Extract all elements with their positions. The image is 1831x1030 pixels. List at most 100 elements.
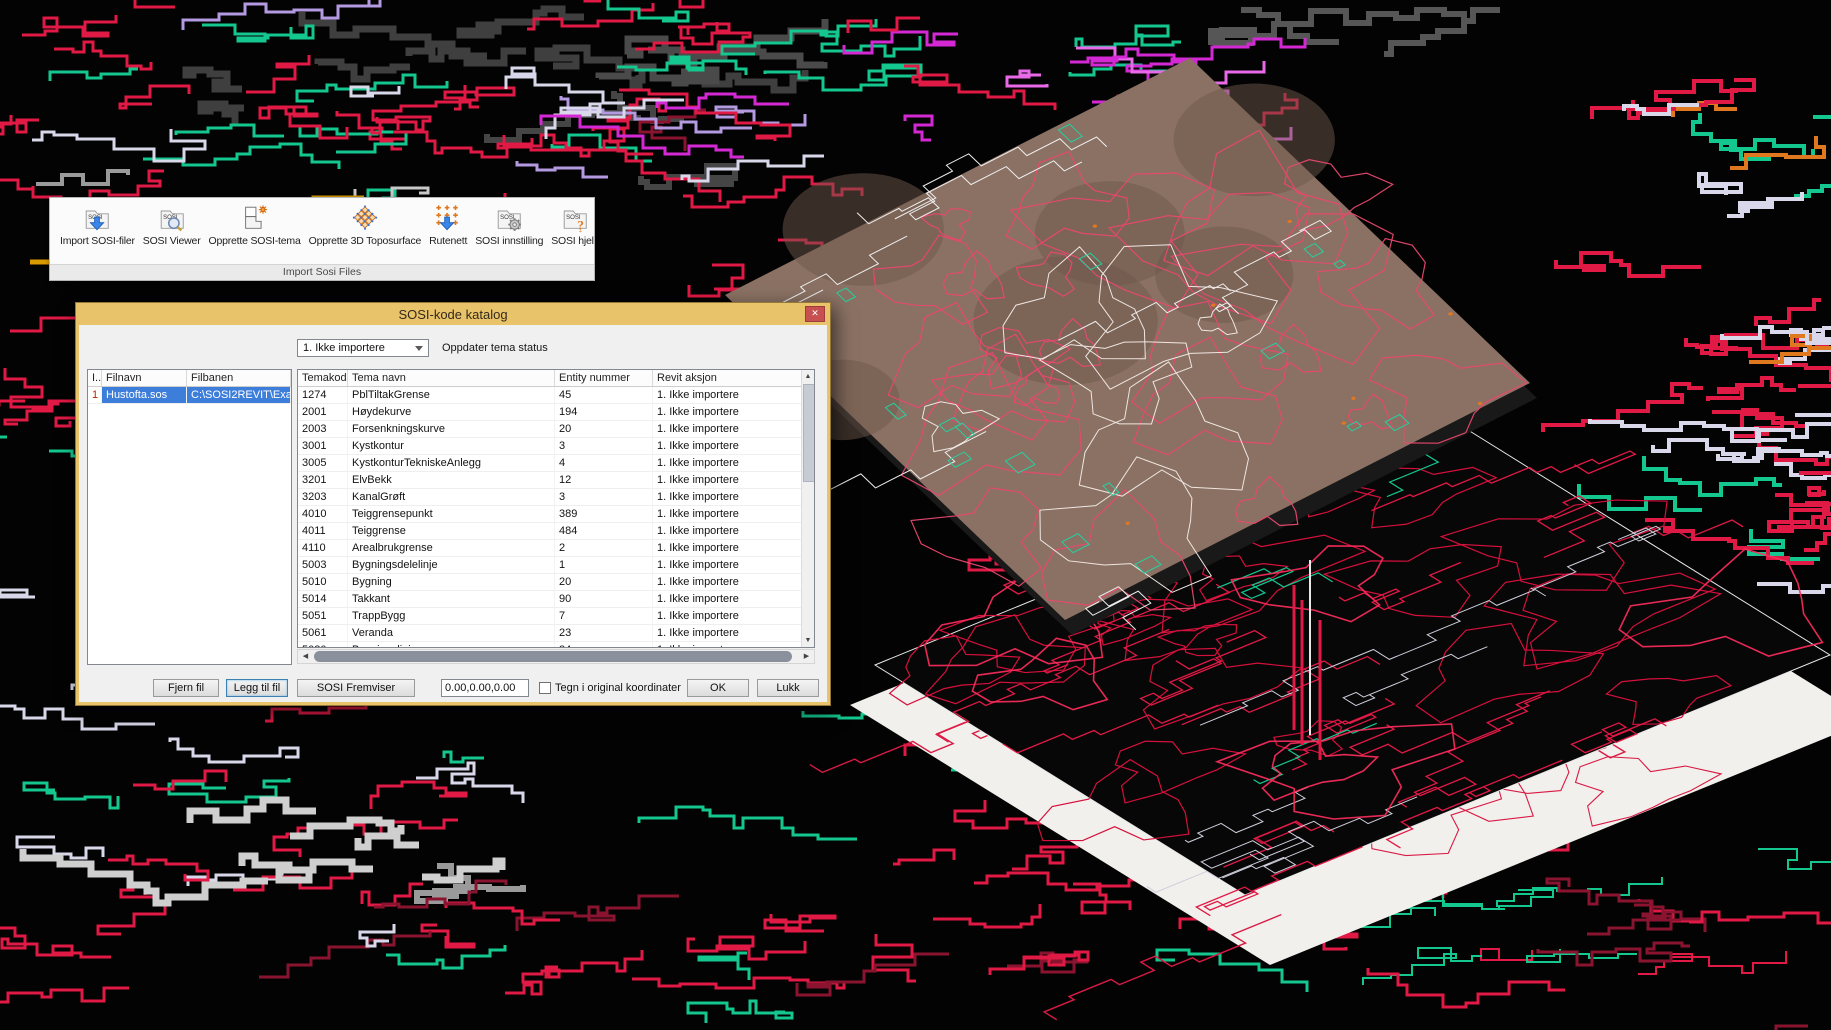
- close-icon[interactable]: ✕: [805, 306, 825, 322]
- lukk-button[interactable]: Lukk: [757, 679, 819, 697]
- ribbon-button-sosi-viewer[interactable]: SOSISOSI Viewer: [141, 202, 203, 248]
- codes-cell: 1. Ikke importere: [653, 404, 803, 420]
- codes-table-row[interactable]: 2001Høydekurve1941. Ikke importere: [298, 404, 803, 421]
- codes-table-horizontal-scrollbar[interactable]: ◀ ▶: [297, 649, 815, 664]
- codes-col-header[interactable]: Tema navn: [348, 370, 555, 386]
- codes-table-row[interactable]: 4011Teiggrense4841. Ikke importere: [298, 523, 803, 540]
- codes-cell: 194: [555, 404, 653, 420]
- codes-table-row[interactable]: 5051TrappBygg71. Ikke importere: [298, 608, 803, 625]
- rutenett-grid-icon: [433, 203, 463, 233]
- vscroll-thumb[interactable]: [803, 384, 815, 482]
- codes-cell: 3: [555, 489, 653, 505]
- codes-cell: 5003: [298, 557, 348, 573]
- create-sosi-tema-icon: [240, 203, 270, 233]
- codes-cell: 4110: [298, 540, 348, 556]
- codes-table-row[interactable]: 2003Forsenkningskurve201. Ikke importere: [298, 421, 803, 438]
- codes-cell: 4: [555, 455, 653, 471]
- codes-cell: 1. Ikke importere: [653, 574, 803, 590]
- files-col-header[interactable]: Filnavn: [102, 370, 187, 386]
- codes-cell: 20: [555, 574, 653, 590]
- ribbon-button-sosi-hjelp[interactable]: SOSI?+SOSI hjelp: [549, 202, 594, 248]
- svg-text:+: +: [579, 229, 582, 233]
- tema-status-dropdown-value: 1. Ikke importere: [303, 342, 385, 354]
- ribbon-button-label: Rutenett: [429, 235, 467, 247]
- files-list[interactable]: I...FilnavnFilbanen1Hustofta.sosC:\SOSI2…: [87, 369, 292, 665]
- codes-table-row[interactable]: 3005KystkonturTekniskeAnlegg41. Ikke imp…: [298, 455, 803, 472]
- sosi-ribbon-panel: SOSIImport SOSI-filerSOSISOSI ViewerOppr…: [49, 197, 595, 281]
- codes-cell: 1. Ikke importere: [653, 472, 803, 488]
- codes-cell: 1274: [298, 387, 348, 403]
- files-col-header[interactable]: Filbanen: [187, 370, 291, 386]
- codes-table-vertical-scrollbar[interactable]: ▲▼: [801, 370, 814, 647]
- codes-cell: Bygningsdelelinje: [348, 557, 555, 573]
- codes-table-row[interactable]: 3203KanalGrøft31. Ikke importere: [298, 489, 803, 506]
- codes-cell: Bygningslinje: [348, 642, 555, 648]
- scroll-up-icon[interactable]: ▲: [802, 370, 814, 383]
- codes-cell: 45: [555, 387, 653, 403]
- files-list-header[interactable]: I...FilnavnFilbanen: [88, 370, 291, 387]
- codes-cell: Arealbrukgrense: [348, 540, 555, 556]
- codes-cell: 4011: [298, 523, 348, 539]
- oppdater-tema-status-label: Oppdater tema status: [442, 342, 548, 354]
- scroll-right-icon[interactable]: ▶: [799, 650, 814, 663]
- codes-cell: 5061: [298, 625, 348, 641]
- codes-table-row[interactable]: 4010Teiggrensepunkt3891. Ikke importere: [298, 506, 803, 523]
- codes-cell: KystkonturTekniskeAnlegg: [348, 455, 555, 471]
- ribbon-button-import-sosi-filer[interactable]: SOSIImport SOSI-filer: [58, 202, 137, 248]
- codes-cell: 1. Ikke importere: [653, 625, 803, 641]
- codes-table-row[interactable]: 5003Bygningsdelelinje11. Ikke importere: [298, 557, 803, 574]
- codes-cell: 5014: [298, 591, 348, 607]
- codes-table-row[interactable]: 5061Veranda231. Ikke importere: [298, 625, 803, 642]
- codes-cell: 1. Ikke importere: [653, 523, 803, 539]
- sosi-folder-settings-icon: SOSI: [494, 203, 524, 233]
- codes-cell: 23: [555, 625, 653, 641]
- codes-cell: 3: [555, 438, 653, 454]
- codes-cell: 90: [555, 591, 653, 607]
- ribbon-button-sosi-innstilling[interactable]: SOSISOSI innstilling: [473, 202, 545, 248]
- ribbon-button-opprette-sosi-tema[interactable]: Opprette SOSI-tema: [207, 202, 303, 248]
- codes-cell: 1. Ikke importere: [653, 455, 803, 471]
- codes-table-row[interactable]: 1274PblTiltakGrense451. Ikke importere: [298, 387, 803, 404]
- fjern-fil-button[interactable]: Fjern fil: [153, 679, 219, 697]
- ribbon-group-label: Import Sosi Files: [50, 264, 594, 280]
- scroll-left-icon[interactable]: ◀: [298, 650, 313, 663]
- ribbon-button-rutenett[interactable]: Rutenett: [427, 202, 469, 248]
- dialog-title: SOSI-kode katalog: [398, 307, 507, 322]
- scroll-down-icon[interactable]: ▼: [802, 634, 814, 647]
- coordinates-input[interactable]: [441, 679, 529, 697]
- codes-col-header[interactable]: Entity nummer: [555, 370, 653, 386]
- sosi-codes-table[interactable]: TemakodeTema navnEntity nummerRevit aksj…: [297, 369, 815, 648]
- codes-table-row[interactable]: 5010Bygning201. Ikke importere: [298, 574, 803, 591]
- codes-cell: 12: [555, 472, 653, 488]
- ribbon-button-opprette-3d-toposurface[interactable]: Opprette 3D Toposurface: [307, 202, 424, 248]
- codes-cell: Takkant: [348, 591, 555, 607]
- files-col-header[interactable]: I...: [88, 370, 102, 386]
- dialog-titlebar[interactable]: SOSI-kode katalog ✕: [76, 303, 830, 325]
- hscroll-thumb[interactable]: [314, 651, 792, 662]
- tegn-original-koordinater-checkbox[interactable]: [539, 682, 551, 694]
- codes-cell: 2: [555, 540, 653, 556]
- codes-cell: 5051: [298, 608, 348, 624]
- codes-table-row[interactable]: 4110Arealbrukgrense21. Ikke importere: [298, 540, 803, 557]
- sosi-fremviser-button[interactable]: SOSI Fremviser: [297, 679, 415, 697]
- codes-table-row[interactable]: 3001Kystkontur31. Ikke importere: [298, 438, 803, 455]
- ribbon-button-label: Opprette 3D Toposurface: [309, 235, 422, 247]
- codes-table-header[interactable]: TemakodeTema navnEntity nummerRevit aksj…: [298, 370, 803, 387]
- codes-cell: 1. Ikke importere: [653, 642, 803, 648]
- ok-button[interactable]: OK: [687, 679, 749, 697]
- codes-cell: Kystkontur: [348, 438, 555, 454]
- codes-table-row[interactable]: 3201ElvBekk121. Ikke importere: [298, 472, 803, 489]
- legg-til-fil-button[interactable]: Legg til fil: [226, 679, 288, 697]
- chevron-down-icon: [415, 346, 423, 351]
- codes-cell: KanalGrøft: [348, 489, 555, 505]
- files-list-row[interactable]: 1Hustofta.sosC:\SOSI2REVIT\Exa...: [88, 387, 291, 404]
- codes-col-header[interactable]: Temakode: [298, 370, 348, 386]
- codes-cell: 1: [555, 557, 653, 573]
- codes-cell: 1. Ikke importere: [653, 506, 803, 522]
- codes-col-header[interactable]: Revit aksjon: [653, 370, 803, 386]
- toposurface-mesh-icon: [350, 203, 380, 233]
- tema-status-dropdown[interactable]: 1. Ikke importere: [297, 339, 429, 357]
- codes-table-row[interactable]: 5014Takkant901. Ikke importere: [298, 591, 803, 608]
- codes-cell: 5080: [298, 642, 348, 648]
- codes-table-row[interactable]: 5080Bygningslinje841. Ikke importere: [298, 642, 803, 648]
